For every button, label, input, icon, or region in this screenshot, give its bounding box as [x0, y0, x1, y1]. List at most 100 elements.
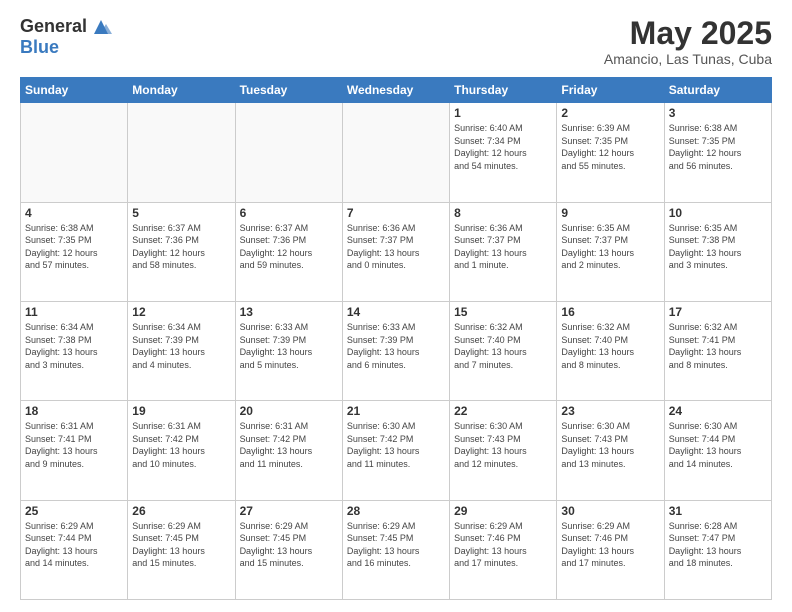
calendar-table: Sunday Monday Tuesday Wednesday Thursday…	[20, 77, 772, 600]
day-info: Sunrise: 6:29 AM Sunset: 7:46 PM Dayligh…	[561, 520, 659, 570]
calendar-cell: 3Sunrise: 6:38 AM Sunset: 7:35 PM Daylig…	[664, 103, 771, 202]
day-number: 31	[669, 504, 767, 518]
day-number: 21	[347, 404, 445, 418]
day-info: Sunrise: 6:29 AM Sunset: 7:46 PM Dayligh…	[454, 520, 552, 570]
day-number: 8	[454, 206, 552, 220]
day-number: 29	[454, 504, 552, 518]
day-number: 15	[454, 305, 552, 319]
logo-blue: Blue	[20, 37, 59, 57]
day-info: Sunrise: 6:36 AM Sunset: 7:37 PM Dayligh…	[347, 222, 445, 272]
calendar-cell: 21 Sunrise: 6:30 AM Sunset: 7:42 PM Dayli…	[342, 401, 449, 500]
calendar-cell: 6 Sunrise: 6:37 AM Sunset: 7:36 PM Daylig…	[235, 202, 342, 301]
day-number: 10	[669, 206, 767, 220]
day-number: 22	[454, 404, 552, 418]
calendar-cell: 17 Sunrise: 6:32 AM Sunset: 7:41 PM Dayli…	[664, 301, 771, 400]
logo-icon	[90, 16, 112, 38]
calendar-week-1: 4 Sunrise: 6:38 AM Sunset: 7:35 PM Daylig…	[21, 202, 772, 301]
calendar-cell: 19 Sunrise: 6:31 AM Sunset: 7:42 PM Dayli…	[128, 401, 235, 500]
col-monday: Monday	[128, 78, 235, 103]
col-saturday: Saturday	[664, 78, 771, 103]
calendar-week-0: 1 Sunrise: 6:40 AM Sunset: 7:34 PM Daylig…	[21, 103, 772, 202]
day-number: 11	[25, 305, 123, 319]
calendar-cell: 24Sunrise: 6:30 AM Sunset: 7:44 PM Dayli…	[664, 401, 771, 500]
calendar-cell: 8 Sunrise: 6:36 AM Sunset: 7:37 PM Daylig…	[450, 202, 557, 301]
day-number: 26	[132, 504, 230, 518]
day-info: Sunrise: 6:31 AM Sunset: 7:42 PM Dayligh…	[132, 420, 230, 470]
day-info: Sunrise: 6:31 AM Sunset: 7:41 PM Dayligh…	[25, 420, 123, 470]
title-location: Amancio, Las Tunas, Cuba	[604, 51, 772, 67]
day-number: 16	[561, 305, 659, 319]
col-wednesday: Wednesday	[342, 78, 449, 103]
day-info: Sunrise: 6:35 AM Sunset: 7:38 PM Dayligh…	[669, 222, 767, 272]
calendar-cell: 7Sunrise: 6:36 AM Sunset: 7:37 PM Daylig…	[342, 202, 449, 301]
calendar-cell: 11 Sunrise: 6:34 AM Sunset: 7:38 PM Dayli…	[21, 301, 128, 400]
col-sunday: Sunday	[21, 78, 128, 103]
calendar-cell: 28Sunrise: 6:29 AM Sunset: 7:45 PM Dayli…	[342, 500, 449, 599]
day-info: Sunrise: 6:32 AM Sunset: 7:40 PM Dayligh…	[561, 321, 659, 371]
col-friday: Friday	[557, 78, 664, 103]
day-info: Sunrise: 6:33 AM Sunset: 7:39 PM Dayligh…	[240, 321, 338, 371]
day-number: 18	[25, 404, 123, 418]
calendar-cell: 30Sunrise: 6:29 AM Sunset: 7:46 PM Dayli…	[557, 500, 664, 599]
day-number: 27	[240, 504, 338, 518]
calendar-week-3: 18 Sunrise: 6:31 AM Sunset: 7:41 PM Dayli…	[21, 401, 772, 500]
day-info: Sunrise: 6:29 AM Sunset: 7:44 PM Dayligh…	[25, 520, 123, 570]
logo: General Blue	[20, 16, 112, 58]
calendar-cell: 14 Sunrise: 6:33 AM Sunset: 7:39 PM Dayli…	[342, 301, 449, 400]
page: General Blue May 2025 Amancio, Las Tunas…	[0, 0, 792, 612]
calendar-cell: 16 Sunrise: 6:32 AM Sunset: 7:40 PM Dayli…	[557, 301, 664, 400]
calendar-cell: 13 Sunrise: 6:33 AM Sunset: 7:39 PM Dayli…	[235, 301, 342, 400]
day-number: 1	[454, 106, 552, 120]
calendar-cell: 15 Sunrise: 6:32 AM Sunset: 7:40 PM Dayli…	[450, 301, 557, 400]
day-number: 24	[669, 404, 767, 418]
calendar-cell: 25Sunrise: 6:29 AM Sunset: 7:44 PM Dayli…	[21, 500, 128, 599]
calendar-header-row: Sunday Monday Tuesday Wednesday Thursday…	[21, 78, 772, 103]
title-month: May 2025	[604, 16, 772, 51]
day-info: Sunrise: 6:36 AM Sunset: 7:37 PM Dayligh…	[454, 222, 552, 272]
day-info: Sunrise: 6:40 AM Sunset: 7:34 PM Dayligh…	[454, 122, 552, 172]
day-info: Sunrise: 6:34 AM Sunset: 7:39 PM Dayligh…	[132, 321, 230, 371]
calendar-cell	[342, 103, 449, 202]
calendar-cell: 1 Sunrise: 6:40 AM Sunset: 7:34 PM Daylig…	[450, 103, 557, 202]
calendar-cell	[128, 103, 235, 202]
day-info: Sunrise: 6:38 AM Sunset: 7:35 PM Dayligh…	[25, 222, 123, 272]
day-info: Sunrise: 6:30 AM Sunset: 7:43 PM Dayligh…	[454, 420, 552, 470]
calendar-cell	[21, 103, 128, 202]
day-info: Sunrise: 6:29 AM Sunset: 7:45 PM Dayligh…	[132, 520, 230, 570]
calendar-cell: 9Sunrise: 6:35 AM Sunset: 7:37 PM Daylig…	[557, 202, 664, 301]
day-number: 6	[240, 206, 338, 220]
day-number: 17	[669, 305, 767, 319]
day-number: 5	[132, 206, 230, 220]
day-info: Sunrise: 6:32 AM Sunset: 7:40 PM Dayligh…	[454, 321, 552, 371]
day-info: Sunrise: 6:30 AM Sunset: 7:43 PM Dayligh…	[561, 420, 659, 470]
day-info: Sunrise: 6:30 AM Sunset: 7:42 PM Dayligh…	[347, 420, 445, 470]
day-number: 12	[132, 305, 230, 319]
calendar-cell: 2Sunrise: 6:39 AM Sunset: 7:35 PM Daylig…	[557, 103, 664, 202]
title-block: May 2025 Amancio, Las Tunas, Cuba	[604, 16, 772, 67]
day-number: 19	[132, 404, 230, 418]
calendar-week-4: 25Sunrise: 6:29 AM Sunset: 7:44 PM Dayli…	[21, 500, 772, 599]
calendar-cell: 31 Sunrise: 6:28 AM Sunset: 7:47 PM Dayli…	[664, 500, 771, 599]
day-info: Sunrise: 6:31 AM Sunset: 7:42 PM Dayligh…	[240, 420, 338, 470]
calendar-cell	[235, 103, 342, 202]
calendar-cell: 27 Sunrise: 6:29 AM Sunset: 7:45 PM Dayli…	[235, 500, 342, 599]
header: General Blue May 2025 Amancio, Las Tunas…	[20, 16, 772, 67]
calendar-cell: 22 Sunrise: 6:30 AM Sunset: 7:43 PM Dayli…	[450, 401, 557, 500]
day-number: 13	[240, 305, 338, 319]
calendar-cell: 18 Sunrise: 6:31 AM Sunset: 7:41 PM Dayli…	[21, 401, 128, 500]
calendar-cell: 26 Sunrise: 6:29 AM Sunset: 7:45 PM Dayli…	[128, 500, 235, 599]
calendar-cell: 20Sunrise: 6:31 AM Sunset: 7:42 PM Dayli…	[235, 401, 342, 500]
day-info: Sunrise: 6:33 AM Sunset: 7:39 PM Dayligh…	[347, 321, 445, 371]
day-info: Sunrise: 6:28 AM Sunset: 7:47 PM Dayligh…	[669, 520, 767, 570]
day-info: Sunrise: 6:34 AM Sunset: 7:38 PM Dayligh…	[25, 321, 123, 371]
day-number: 4	[25, 206, 123, 220]
day-number: 23	[561, 404, 659, 418]
day-number: 28	[347, 504, 445, 518]
day-info: Sunrise: 6:38 AM Sunset: 7:35 PM Dayligh…	[669, 122, 767, 172]
calendar-cell: 5Sunrise: 6:37 AM Sunset: 7:36 PM Daylig…	[128, 202, 235, 301]
day-number: 14	[347, 305, 445, 319]
day-info: Sunrise: 6:37 AM Sunset: 7:36 PM Dayligh…	[240, 222, 338, 272]
day-info: Sunrise: 6:32 AM Sunset: 7:41 PM Dayligh…	[669, 321, 767, 371]
day-info: Sunrise: 6:29 AM Sunset: 7:45 PM Dayligh…	[240, 520, 338, 570]
calendar-cell: 12 Sunrise: 6:34 AM Sunset: 7:39 PM Dayli…	[128, 301, 235, 400]
